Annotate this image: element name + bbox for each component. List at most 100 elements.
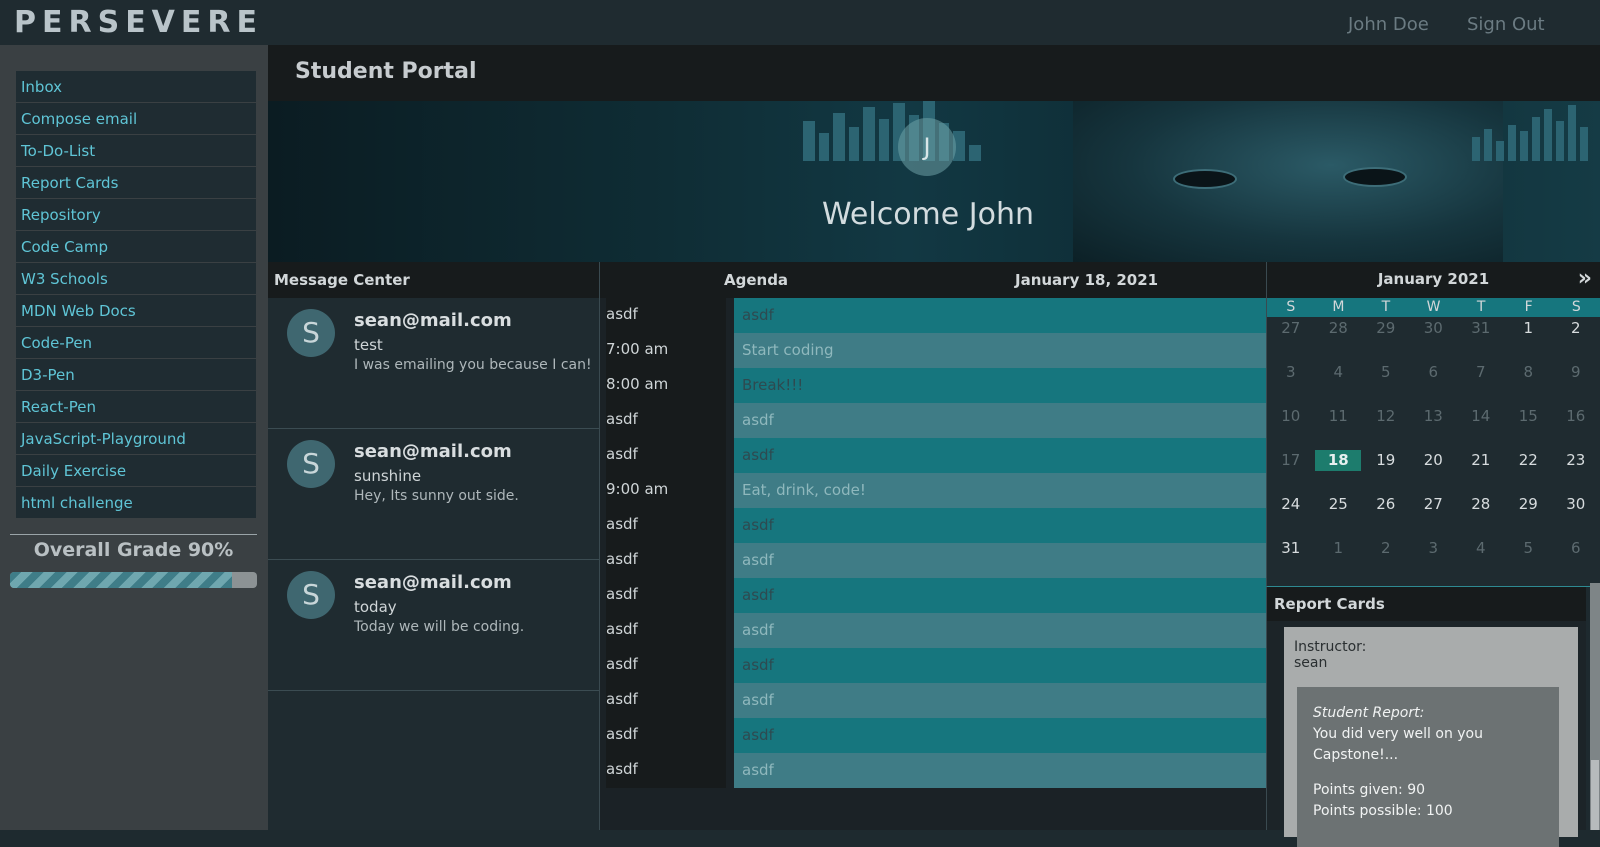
- agenda-row[interactable]: asdf asdf: [600, 578, 1266, 613]
- agenda-event[interactable]: asdf: [734, 683, 1266, 718]
- sidebar-item-inbox[interactable]: Inbox: [16, 71, 256, 103]
- calendar-day[interactable]: 31: [1267, 537, 1315, 581]
- agenda-row[interactable]: 7:00 am Start coding: [600, 333, 1266, 368]
- agenda-event[interactable]: asdf: [734, 298, 1266, 333]
- sidebar-item-javascript-playground[interactable]: JavaScript-Playground: [16, 423, 256, 455]
- agenda-time: asdf: [606, 438, 726, 473]
- sign-out-link[interactable]: Sign Out: [1467, 14, 1545, 35]
- calendar-day[interactable]: 9: [1552, 361, 1600, 405]
- agenda-event[interactable]: Start coding: [734, 333, 1266, 368]
- calendar-day[interactable]: 19: [1362, 449, 1410, 493]
- agenda-row[interactable]: asdf asdf: [600, 718, 1266, 753]
- sidebar-item-w3-schools[interactable]: W3 Schools: [16, 263, 256, 295]
- user-avatar[interactable]: J: [898, 118, 956, 176]
- sidebar-item-report-cards[interactable]: Report Cards: [16, 167, 256, 199]
- calendar-day[interactable]: 31: [1457, 317, 1505, 361]
- calendar-day[interactable]: 6: [1410, 361, 1458, 405]
- grade-divider: [10, 534, 257, 535]
- agenda-row[interactable]: asdf asdf: [600, 648, 1266, 683]
- message-item[interactable]: S sean@mail.com test I was emailing you …: [268, 298, 599, 429]
- calendar-day[interactable]: 30: [1410, 317, 1458, 361]
- agenda-event[interactable]: Eat, drink, code!: [734, 473, 1266, 508]
- report-scrollbar-thumb[interactable]: [1591, 760, 1599, 830]
- agenda-row[interactable]: asdf asdf: [600, 508, 1266, 543]
- calendar-day[interactable]: 29: [1505, 493, 1553, 537]
- calendar-day[interactable]: 27: [1410, 493, 1458, 537]
- agenda-event[interactable]: asdf: [734, 718, 1266, 753]
- calendar-day[interactable]: 1: [1505, 317, 1553, 361]
- calendar-day[interactable]: 5: [1362, 361, 1410, 405]
- calendar-day[interactable]: 2: [1362, 537, 1410, 581]
- agenda-event[interactable]: asdf: [734, 543, 1266, 578]
- agenda-event[interactable]: asdf: [734, 578, 1266, 613]
- calendar-day-today[interactable]: 18: [1315, 449, 1363, 493]
- calendar-day[interactable]: 1: [1315, 537, 1363, 581]
- calendar-day[interactable]: 15: [1505, 405, 1553, 449]
- calendar-day[interactable]: 8: [1505, 361, 1553, 405]
- calendar-day[interactable]: 29: [1362, 317, 1410, 361]
- calendar-day[interactable]: 16: [1552, 405, 1600, 449]
- calendar-day[interactable]: 7: [1457, 361, 1505, 405]
- agenda-event[interactable]: asdf: [734, 613, 1266, 648]
- calendar-day[interactable]: 17: [1267, 449, 1315, 493]
- agenda-row[interactable]: asdf asdf: [600, 753, 1266, 788]
- calendar-day[interactable]: 11: [1315, 405, 1363, 449]
- user-name-link[interactable]: John Doe: [1348, 14, 1429, 35]
- calendar-day[interactable]: 20: [1410, 449, 1458, 493]
- calendar-day[interactable]: 3: [1267, 361, 1315, 405]
- calendar-day[interactable]: 25: [1315, 493, 1363, 537]
- sidebar-item-daily-exercise[interactable]: Daily Exercise: [16, 455, 256, 487]
- student-report-text: You did very well on you Capstone!...: [1313, 726, 1483, 763]
- agenda-event[interactable]: asdf: [734, 508, 1266, 543]
- agenda-event[interactable]: Break!!!: [734, 368, 1266, 403]
- calendar-day[interactable]: 28: [1457, 493, 1505, 537]
- calendar-day[interactable]: 3: [1410, 537, 1458, 581]
- sidebar-item-to-do-list[interactable]: To-Do-List: [16, 135, 256, 167]
- calendar-day[interactable]: 13: [1410, 405, 1458, 449]
- calendar-day[interactable]: 4: [1457, 537, 1505, 581]
- agenda-row[interactable]: asdf asdf: [600, 683, 1266, 718]
- calendar-day[interactable]: 21: [1457, 449, 1505, 493]
- double-chevron-right-icon[interactable]: »: [1578, 262, 1592, 296]
- calendar-day[interactable]: 12: [1362, 405, 1410, 449]
- calendar-day[interactable]: 10: [1267, 405, 1315, 449]
- calendar-day[interactable]: 6: [1552, 537, 1600, 581]
- calendar-day[interactable]: 4: [1315, 361, 1363, 405]
- calendar-today-highlight[interactable]: 18: [1315, 450, 1362, 471]
- sidebar-item-compose-email[interactable]: Compose email: [16, 103, 256, 135]
- calendar-day[interactable]: 14: [1457, 405, 1505, 449]
- calendar-day[interactable]: 22: [1505, 449, 1553, 493]
- sidebar-item-react-pen[interactable]: React-Pen: [16, 391, 256, 423]
- sidebar-item-code-pen[interactable]: Code-Pen: [16, 327, 256, 359]
- logo[interactable]: PERSEVERE: [14, 4, 263, 40]
- message-item[interactable]: S sean@mail.com today Today we will be c…: [268, 560, 599, 691]
- calendar-weekday: F: [1524, 299, 1533, 315]
- message-item[interactable]: S sean@mail.com sunshine Hey, Its sunny …: [268, 429, 599, 560]
- agenda-row[interactable]: asdf asdf: [600, 403, 1266, 438]
- sidebar-item-mdn-web-docs[interactable]: MDN Web Docs: [16, 295, 256, 327]
- agenda-row[interactable]: asdf asdf: [600, 613, 1266, 648]
- calendar-day[interactable]: 24: [1267, 493, 1315, 537]
- calendar-day[interactable]: 30: [1552, 493, 1600, 537]
- agenda-row[interactable]: 9:00 am Eat, drink, code!: [600, 473, 1266, 508]
- sidebar-item-repository[interactable]: Repository: [16, 199, 256, 231]
- report-card[interactable]: Instructor: sean Student Report: You did…: [1284, 627, 1578, 847]
- agenda-event[interactable]: asdf: [734, 753, 1266, 788]
- agenda-row[interactable]: asdf asdf: [600, 543, 1266, 578]
- calendar-day[interactable]: 23: [1552, 449, 1600, 493]
- sidebar-item-code-camp[interactable]: Code Camp: [16, 231, 256, 263]
- message-preview: Hey, Its sunny out side.: [354, 488, 519, 504]
- sidebar-item-html-challenge[interactable]: html challenge: [16, 487, 256, 519]
- calendar-day[interactable]: 27: [1267, 317, 1315, 361]
- agenda-row[interactable]: 8:00 am Break!!!: [600, 368, 1266, 403]
- calendar-day[interactable]: 5: [1505, 537, 1553, 581]
- agenda-row[interactable]: asdf asdf: [600, 298, 1266, 333]
- agenda-row[interactable]: asdf asdf: [600, 438, 1266, 473]
- agenda-event[interactable]: asdf: [734, 438, 1266, 473]
- agenda-event[interactable]: asdf: [734, 648, 1266, 683]
- agenda-event[interactable]: asdf: [734, 403, 1266, 438]
- calendar-day[interactable]: 28: [1315, 317, 1363, 361]
- sidebar-item-d3-pen[interactable]: D3-Pen: [16, 359, 256, 391]
- calendar-day[interactable]: 26: [1362, 493, 1410, 537]
- calendar-day[interactable]: 2: [1552, 317, 1600, 361]
